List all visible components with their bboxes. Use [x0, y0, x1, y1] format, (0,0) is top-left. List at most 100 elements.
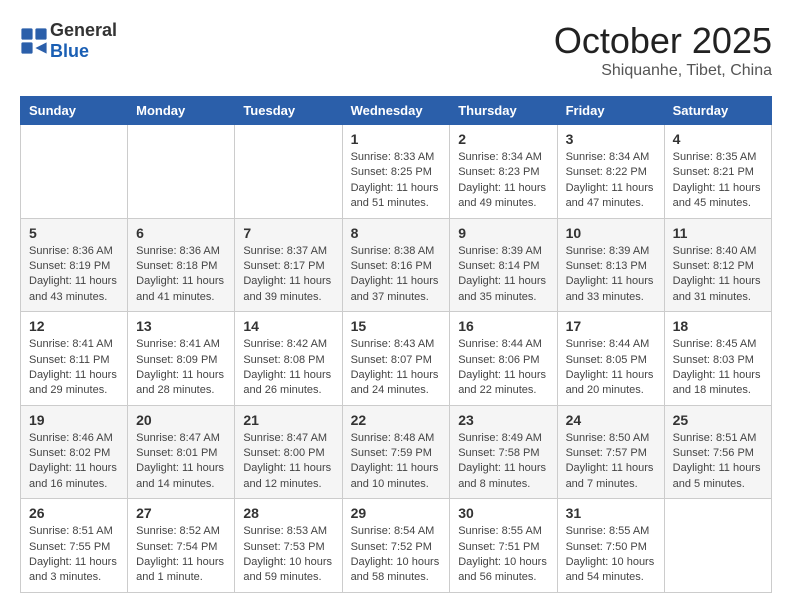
day-info: Sunrise: 8:51 AM Sunset: 7:55 PM Dayligh… [29, 524, 119, 586]
week-row-5: 26 Sunrise: 8:51 AM Sunset: 7:55 PM Dayli… [21, 499, 772, 593]
day-info: Sunrise: 8:35 AM Sunset: 8:21 PM Dayligh… [673, 150, 763, 212]
weekday-header-wednesday: Wednesday [342, 97, 450, 125]
calendar: SundayMondayTuesdayWednesdayThursdayFrid… [20, 96, 772, 593]
day-cell: 24 Sunrise: 8:50 AM Sunset: 7:57 PM Dayli… [557, 405, 664, 499]
week-row-1: 1 Sunrise: 8:33 AM Sunset: 8:25 PM Daylig… [21, 125, 772, 219]
day-cell: 4 Sunrise: 8:35 AM Sunset: 8:21 PM Daylig… [664, 125, 771, 219]
day-cell: 18 Sunrise: 8:45 AM Sunset: 8:03 PM Dayli… [664, 312, 771, 406]
day-info: Sunrise: 8:47 AM Sunset: 8:00 PM Dayligh… [243, 431, 333, 493]
day-info: Sunrise: 8:42 AM Sunset: 8:08 PM Dayligh… [243, 337, 333, 399]
day-cell: 2Sunrise: 8:34 AM Sunset: 8:23 PM Daylig… [450, 125, 557, 219]
day-info: Sunrise: 8:34 AM Sunset: 8:23 PM Dayligh… [458, 150, 548, 212]
day-info: Sunrise: 8:37 AM Sunset: 8:17 PM Dayligh… [243, 244, 333, 306]
title-area: October 2025 Shiquanhe, Tibet, China [554, 20, 772, 80]
day-info: Sunrise: 8:52 AM Sunset: 7:54 PM Dayligh… [136, 524, 226, 586]
day-number: 19 [29, 412, 119, 428]
weekday-header-tuesday: Tuesday [235, 97, 342, 125]
day-cell: 3 Sunrise: 8:34 AM Sunset: 8:22 PM Daylig… [557, 125, 664, 219]
day-cell: 13 Sunrise: 8:41 AM Sunset: 8:09 PM Dayli… [128, 312, 235, 406]
week-row-2: 5 Sunrise: 8:36 AM Sunset: 8:19 PM Daylig… [21, 218, 772, 312]
day-number: 26 [29, 505, 119, 521]
month-title: October 2025 [554, 20, 772, 62]
day-cell: 30 Sunrise: 8:55 AM Sunset: 7:51 PM Dayli… [450, 499, 557, 593]
logo-icon [20, 27, 48, 55]
day-cell: 11 Sunrise: 8:40 AM Sunset: 8:12 PM Dayli… [664, 218, 771, 312]
day-number: 31 [566, 505, 656, 521]
day-number: 23 [458, 412, 548, 428]
day-cell: 15 Sunrise: 8:43 AM Sunset: 8:07 PM Dayli… [342, 312, 450, 406]
day-cell: 23 Sunrise: 8:49 AM Sunset: 7:58 PM Dayli… [450, 405, 557, 499]
day-info: Sunrise: 8:34 AM Sunset: 8:22 PM Dayligh… [566, 150, 656, 212]
day-number: 5 [29, 225, 119, 241]
day-cell [664, 499, 771, 593]
weekday-header-saturday: Saturday [664, 97, 771, 125]
day-info: Sunrise: 8:51 AM Sunset: 7:56 PM Dayligh… [673, 431, 763, 493]
day-cell: 19 Sunrise: 8:46 AM Sunset: 8:02 PM Dayli… [21, 405, 128, 499]
day-number: 8 [351, 225, 442, 241]
day-cell: 1 Sunrise: 8:33 AM Sunset: 8:25 PM Daylig… [342, 125, 450, 219]
day-info: Sunrise: 8:49 AM Sunset: 7:58 PM Dayligh… [458, 431, 548, 493]
day-number: 6 [136, 225, 226, 241]
day-cell [21, 125, 128, 219]
day-cell: 25Sunrise: 8:51 AM Sunset: 7:56 PM Dayli… [664, 405, 771, 499]
day-number: 9 [458, 225, 548, 241]
logo-general: General [50, 20, 117, 40]
day-cell: 8Sunrise: 8:38 AM Sunset: 8:16 PM Daylig… [342, 218, 450, 312]
day-number: 18 [673, 318, 763, 334]
day-info: Sunrise: 8:45 AM Sunset: 8:03 PM Dayligh… [673, 337, 763, 399]
day-info: Sunrise: 8:40 AM Sunset: 8:12 PM Dayligh… [673, 244, 763, 306]
day-info: Sunrise: 8:53 AM Sunset: 7:53 PM Dayligh… [243, 524, 333, 586]
day-info: Sunrise: 8:36 AM Sunset: 8:18 PM Dayligh… [136, 244, 226, 306]
day-number: 4 [673, 131, 763, 147]
day-number: 27 [136, 505, 226, 521]
day-cell [235, 125, 342, 219]
day-info: Sunrise: 8:39 AM Sunset: 8:14 PM Dayligh… [458, 244, 548, 306]
day-cell: 14 Sunrise: 8:42 AM Sunset: 8:08 PM Dayli… [235, 312, 342, 406]
day-number: 1 [351, 131, 442, 147]
day-number: 13 [136, 318, 226, 334]
weekday-header-sunday: Sunday [21, 97, 128, 125]
day-cell: 22Sunrise: 8:48 AM Sunset: 7:59 PM Dayli… [342, 405, 450, 499]
day-info: Sunrise: 8:44 AM Sunset: 8:06 PM Dayligh… [458, 337, 548, 399]
weekday-header-monday: Monday [128, 97, 235, 125]
day-number: 22 [351, 412, 442, 428]
day-cell [128, 125, 235, 219]
day-info: Sunrise: 8:55 AM Sunset: 7:51 PM Dayligh… [458, 524, 548, 586]
day-cell: 28Sunrise: 8:53 AM Sunset: 7:53 PM Dayli… [235, 499, 342, 593]
day-info: Sunrise: 8:50 AM Sunset: 7:57 PM Dayligh… [566, 431, 656, 493]
day-number: 30 [458, 505, 548, 521]
day-cell: 21 Sunrise: 8:47 AM Sunset: 8:00 PM Dayli… [235, 405, 342, 499]
day-cell: 12 Sunrise: 8:41 AM Sunset: 8:11 PM Dayli… [21, 312, 128, 406]
day-info: Sunrise: 8:36 AM Sunset: 8:19 PM Dayligh… [29, 244, 119, 306]
day-cell: 6 Sunrise: 8:36 AM Sunset: 8:18 PM Daylig… [128, 218, 235, 312]
day-number: 11 [673, 225, 763, 241]
day-info: Sunrise: 8:47 AM Sunset: 8:01 PM Dayligh… [136, 431, 226, 493]
day-cell: 17Sunrise: 8:44 AM Sunset: 8:05 PM Dayli… [557, 312, 664, 406]
day-info: Sunrise: 8:33 AM Sunset: 8:25 PM Dayligh… [351, 150, 442, 212]
weekday-header-thursday: Thursday [450, 97, 557, 125]
week-row-4: 19 Sunrise: 8:46 AM Sunset: 8:02 PM Dayli… [21, 405, 772, 499]
day-info: Sunrise: 8:41 AM Sunset: 8:09 PM Dayligh… [136, 337, 226, 399]
day-info: Sunrise: 8:46 AM Sunset: 8:02 PM Dayligh… [29, 431, 119, 493]
day-cell: 26 Sunrise: 8:51 AM Sunset: 7:55 PM Dayli… [21, 499, 128, 593]
day-info: Sunrise: 8:44 AM Sunset: 8:05 PM Dayligh… [566, 337, 656, 399]
weekday-header-row: SundayMondayTuesdayWednesdayThursdayFrid… [21, 97, 772, 125]
day-number: 10 [566, 225, 656, 241]
day-info: Sunrise: 8:39 AM Sunset: 8:13 PM Dayligh… [566, 244, 656, 306]
day-number: 3 [566, 131, 656, 147]
day-number: 7 [243, 225, 333, 241]
day-number: 14 [243, 318, 333, 334]
day-cell: 20Sunrise: 8:47 AM Sunset: 8:01 PM Dayli… [128, 405, 235, 499]
day-number: 24 [566, 412, 656, 428]
location-title: Shiquanhe, Tibet, China [554, 62, 772, 80]
day-info: Sunrise: 8:55 AM Sunset: 7:50 PM Dayligh… [566, 524, 656, 586]
day-cell: 5 Sunrise: 8:36 AM Sunset: 8:19 PM Daylig… [21, 218, 128, 312]
day-number: 12 [29, 318, 119, 334]
day-number: 15 [351, 318, 442, 334]
day-info: Sunrise: 8:43 AM Sunset: 8:07 PM Dayligh… [351, 337, 442, 399]
day-cell: 27 Sunrise: 8:52 AM Sunset: 7:54 PM Dayli… [128, 499, 235, 593]
day-cell: 7 Sunrise: 8:37 AM Sunset: 8:17 PM Daylig… [235, 218, 342, 312]
day-info: Sunrise: 8:41 AM Sunset: 8:11 PM Dayligh… [29, 337, 119, 399]
day-cell: 9 Sunrise: 8:39 AM Sunset: 8:14 PM Daylig… [450, 218, 557, 312]
day-number: 21 [243, 412, 333, 428]
